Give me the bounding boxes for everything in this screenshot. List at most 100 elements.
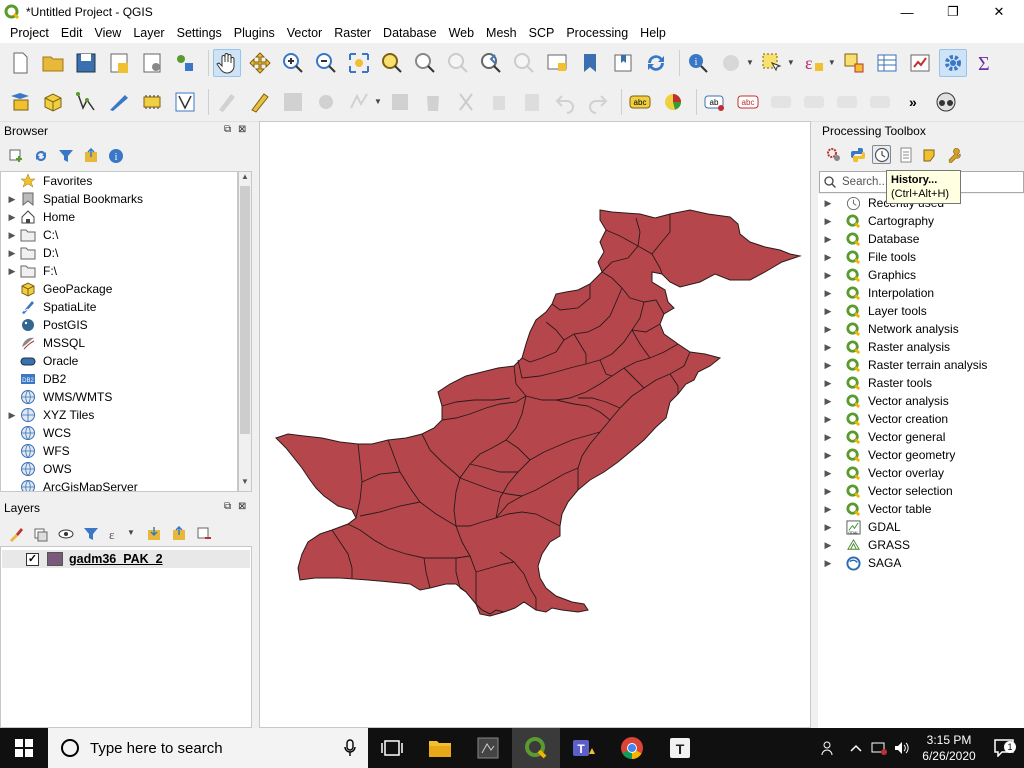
refresh-button[interactable] [642, 49, 670, 77]
windows-start-button[interactable] [0, 728, 48, 768]
chrome-taskbar-icon[interactable] [608, 728, 656, 768]
expand-arrow-icon[interactable]: ▶ [822, 360, 834, 371]
menu-scp[interactable]: SCP [523, 24, 561, 43]
processing-provider-item[interactable]: ▶ GDAL GDAL [818, 518, 1024, 536]
open-project-button[interactable] [39, 49, 67, 77]
expand-arrow-icon[interactable]: ▶ [822, 432, 834, 443]
undock-panel-icon[interactable]: ⧉ [224, 501, 231, 512]
identify-features-button[interactable]: i [684, 49, 712, 77]
map-canvas[interactable] [259, 121, 811, 728]
zoom-last-button[interactable] [477, 49, 505, 77]
browser-item[interactable]: WCS [1, 424, 237, 442]
expand-arrow-icon[interactable]: ▶ [822, 198, 834, 209]
menu-vector[interactable]: Vector [281, 24, 328, 43]
semi-automatic-classification-button[interactable] [932, 88, 960, 116]
change-label-button[interactable] [866, 88, 894, 116]
menu-processing[interactable]: Processing [560, 24, 634, 43]
show-hidden-icons-icon[interactable] [844, 744, 868, 752]
network-icon[interactable] [868, 741, 890, 755]
move-label-button[interactable] [800, 88, 828, 116]
browser-item[interactable]: GeoPackage [1, 280, 237, 298]
expand-arrow-icon[interactable]: ▶ [822, 216, 834, 227]
current-edits-button[interactable] [246, 88, 274, 116]
rotate-label-button[interactable] [833, 88, 861, 116]
processing-provider-item[interactable]: ▶ Raster tools [818, 374, 1024, 392]
qgis-taskbar-icon[interactable] [512, 728, 560, 768]
expand-arrow-icon[interactable]: ▶ [822, 540, 834, 551]
scroll-up-icon[interactable]: ▲ [239, 172, 251, 186]
zoom-next-button[interactable] [510, 49, 538, 77]
browser-item[interactable]: DB2 DB2 [1, 370, 237, 388]
typora-taskbar-icon[interactable]: T [656, 728, 704, 768]
zoom-out-button[interactable] [312, 49, 340, 77]
pan-to-selection-button[interactable] [246, 49, 274, 77]
expression-sum-button[interactable]: Σ [972, 49, 1000, 77]
expand-arrow-icon[interactable]: ▶ [822, 558, 834, 569]
new-virtual-layer-button[interactable] [138, 88, 166, 116]
menu-web[interactable]: Web [443, 24, 480, 43]
save-project-button[interactable] [72, 49, 100, 77]
collapse-all-layers-button[interactable] [170, 524, 189, 543]
processing-provider-item[interactable]: ▶ GRASS [818, 536, 1024, 554]
people-icon[interactable] [814, 740, 844, 756]
toggle-editing-button[interactable] [213, 88, 241, 116]
history-clock-icon[interactable] [872, 145, 891, 164]
notification-center-icon[interactable]: 1 [984, 739, 1024, 757]
close-panel-icon[interactable]: ⊠ [238, 501, 246, 512]
browser-item[interactable]: WMS/WMTS [1, 388, 237, 406]
browser-item[interactable]: SpatiaLite [1, 298, 237, 316]
processing-provider-item[interactable]: ▶ Vector selection [818, 482, 1024, 500]
menu-help[interactable]: Help [634, 24, 672, 43]
layer-name[interactable]: gadm36_PAK_2 [69, 552, 163, 566]
menu-database[interactable]: Database [377, 24, 443, 43]
new-print-layout-button[interactable] [105, 49, 133, 77]
cut-features-button[interactable] [452, 88, 480, 116]
processing-provider-item[interactable]: ▶ Vector analysis [818, 392, 1024, 410]
processing-toolbox-button[interactable] [938, 48, 967, 77]
properties-info-button[interactable]: i [106, 146, 125, 165]
select-features-button[interactable] [758, 49, 786, 77]
modify-attributes-button[interactable] [386, 88, 414, 116]
expand-arrow-icon[interactable]: ▶ [5, 212, 19, 223]
filter-browser-button[interactable] [56, 146, 75, 165]
taskbar-clock[interactable]: 3:15 PM 6/26/2020 [914, 732, 984, 764]
processing-provider-item[interactable]: ▶ Vector geometry [818, 446, 1024, 464]
browser-item[interactable]: ▶ D:\ [1, 244, 237, 262]
pan-map-button[interactable] [213, 48, 241, 77]
python-scripts-icon[interactable] [848, 145, 867, 164]
open-layer-styling-button[interactable] [6, 524, 25, 543]
expand-arrow-icon[interactable]: ▶ [822, 324, 834, 335]
expand-arrow-icon[interactable]: ▶ [822, 342, 834, 353]
processing-provider-item[interactable]: ▶ Database [818, 230, 1024, 248]
processing-provider-item[interactable]: ▶ Cartography [818, 212, 1024, 230]
country-polygon[interactable] [275, 209, 802, 617]
browser-item[interactable]: WFS [1, 442, 237, 460]
menu-mesh[interactable]: Mesh [480, 24, 523, 43]
layer-diagram-options-button[interactable] [659, 88, 687, 116]
expand-arrow-icon[interactable]: ▶ [822, 414, 834, 425]
processing-provider-item[interactable]: ▶ Raster analysis [818, 338, 1024, 356]
redo-button[interactable] [584, 88, 612, 116]
expand-arrow-icon[interactable]: ▶ [822, 306, 834, 317]
expand-arrow-icon[interactable]: ▶ [5, 410, 19, 421]
filter-legend-button[interactable] [81, 524, 100, 543]
zoom-in-button[interactable] [279, 49, 307, 77]
volume-icon[interactable] [890, 741, 914, 755]
menu-view[interactable]: View [88, 24, 127, 43]
collapse-all-button[interactable] [81, 146, 100, 165]
processing-provider-item[interactable]: ▶ File tools [818, 248, 1024, 266]
browser-item[interactable]: ▶ F:\ [1, 262, 237, 280]
delete-selected-button[interactable] [419, 88, 447, 116]
menu-settings[interactable]: Settings [171, 24, 228, 43]
expand-arrow-icon[interactable]: ▶ [5, 230, 19, 241]
browser-item[interactable]: OWS [1, 460, 237, 478]
scroll-down-icon[interactable]: ▼ [239, 477, 251, 491]
show-bookmarks-button[interactable] [609, 49, 637, 77]
expand-arrow-icon[interactable]: ▶ [822, 288, 834, 299]
zoom-layer-button[interactable] [411, 49, 439, 77]
toolbar-overflow-icon[interactable]: » [899, 88, 927, 116]
microphone-icon[interactable] [344, 739, 356, 757]
processing-provider-item[interactable]: ▶ SAGA [818, 554, 1024, 572]
expand-arrow-icon[interactable]: ▶ [822, 234, 834, 245]
pakistan-districts-map[interactable] [260, 122, 812, 729]
